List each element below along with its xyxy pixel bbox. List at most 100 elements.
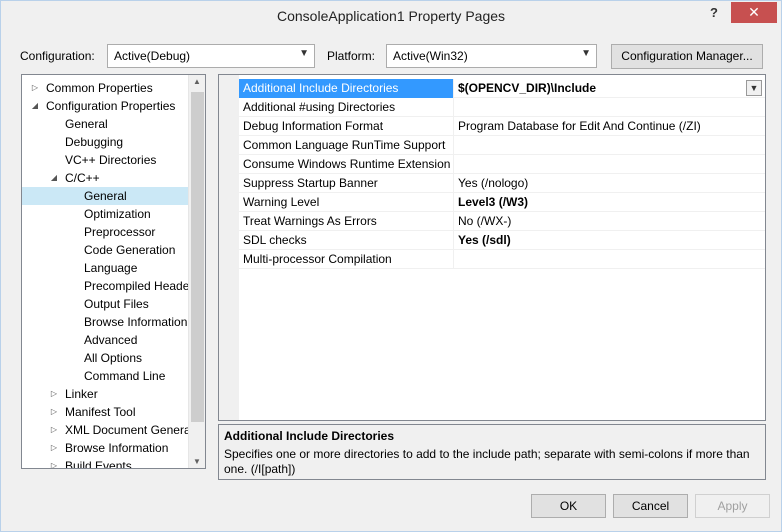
- property-name[interactable]: SDL checks: [239, 231, 454, 250]
- property-name[interactable]: Warning Level: [239, 193, 454, 212]
- property-row[interactable]: Debug Information Format Program Database…: [239, 117, 765, 136]
- collapse-icon[interactable]: ◢: [49, 169, 59, 187]
- configuration-dropdown[interactable]: Active(Debug) ▼: [107, 44, 315, 68]
- property-value[interactable]: No (/WX-): [454, 212, 765, 231]
- tree-item[interactable]: Precompiled Heade: [22, 277, 188, 295]
- tree-item[interactable]: Preprocessor: [22, 223, 188, 241]
- property-grid[interactable]: Additional Include Directories $(OPENCV_D…: [218, 74, 766, 421]
- tree-item-label: Manifest Tool: [65, 405, 136, 419]
- tree-item-label: Linker: [65, 387, 98, 401]
- tree-item-label: C/C++: [65, 171, 100, 185]
- property-value[interactable]: $(OPENCV_DIR)\Include: [454, 79, 765, 98]
- property-row[interactable]: Suppress Startup Banner Yes (/nologo): [239, 174, 765, 193]
- apply-button[interactable]: Apply: [695, 494, 770, 518]
- property-name[interactable]: Additional Include Directories: [239, 79, 454, 98]
- grid-gutter: [219, 75, 239, 420]
- tree-item-label: VC++ Directories: [65, 153, 157, 167]
- property-tree[interactable]: ▷ Common Properties ◢ Configuration Propert…: [21, 74, 206, 469]
- chevron-down-icon: ▼: [581, 48, 591, 59]
- property-row[interactable]: SDL checks Yes (/sdl): [239, 231, 765, 250]
- property-row[interactable]: Common Language RunTime Support: [239, 136, 765, 155]
- tree-item[interactable]: ▷ Browse Information: [22, 439, 188, 457]
- expand-icon[interactable]: ▷: [49, 439, 59, 457]
- property-row[interactable]: Additional #using Directories: [239, 98, 765, 117]
- property-row[interactable]: Additional Include Directories $(OPENCV_D…: [239, 79, 765, 98]
- tree-item-label: Debugging: [65, 135, 124, 149]
- description-title: Additional Include Directories: [224, 429, 395, 443]
- tree-item-label: Preprocessor: [84, 225, 156, 239]
- tree-item-label: Build Events: [65, 459, 132, 469]
- tree-item[interactable]: ▷ XML Document Genera: [22, 421, 188, 439]
- property-value[interactable]: Yes (/nologo): [454, 174, 765, 193]
- tree-item-label: Precompiled Heade: [84, 279, 188, 293]
- property-name[interactable]: Common Language RunTime Support: [239, 136, 454, 155]
- property-row[interactable]: Multi-processor Compilation: [239, 250, 765, 269]
- tree-item-label: Optimization: [84, 207, 151, 221]
- tree-item[interactable]: ◢ C/C++: [22, 169, 188, 187]
- tree-item[interactable]: ▷ Manifest Tool: [22, 403, 188, 421]
- ok-button[interactable]: OK: [531, 494, 606, 518]
- scroll-thumb[interactable]: [191, 92, 204, 422]
- title-bar[interactable]: ConsoleApplication1 Property Pages ? ✕: [1, 1, 781, 31]
- property-name[interactable]: Treat Warnings As Errors: [239, 212, 454, 231]
- expand-icon[interactable]: ▷: [30, 79, 40, 97]
- chevron-down-icon[interactable]: ▼: [746, 80, 762, 96]
- tree-item[interactable]: ▷ Linker: [22, 385, 188, 403]
- expand-icon[interactable]: ▷: [49, 421, 59, 439]
- property-name[interactable]: Additional #using Directories: [239, 98, 454, 117]
- platform-value: Active(Win32): [393, 49, 468, 63]
- property-value[interactable]: [454, 136, 765, 155]
- property-name[interactable]: Multi-processor Compilation: [239, 250, 454, 269]
- tree-item[interactable]: ▷ Build Events: [22, 457, 188, 469]
- configuration-manager-button[interactable]: Configuration Manager...: [611, 44, 763, 69]
- tree-item[interactable]: Optimization: [22, 205, 188, 223]
- collapse-icon[interactable]: ◢: [30, 97, 40, 115]
- configuration-label: Configuration:: [20, 49, 95, 63]
- tree-item-label: Common Properties: [46, 81, 153, 95]
- property-value[interactable]: Program Database for Edit And Continue (…: [454, 117, 765, 136]
- property-row[interactable]: Consume Windows Runtime Extension: [239, 155, 765, 174]
- tree-item[interactable]: Output Files: [22, 295, 188, 313]
- property-value[interactable]: Level3 (/W3): [454, 193, 765, 212]
- tree-item[interactable]: Command Line: [22, 367, 188, 385]
- property-value[interactable]: [454, 250, 765, 269]
- cancel-button[interactable]: Cancel: [613, 494, 688, 518]
- tree-item[interactable]: Advanced: [22, 331, 188, 349]
- tree-item[interactable]: Code Generation: [22, 241, 188, 259]
- platform-label: Platform:: [327, 49, 376, 63]
- expand-icon[interactable]: ▷: [49, 403, 59, 421]
- property-row[interactable]: Warning Level Level3 (/W3): [239, 193, 765, 212]
- tree-item[interactable]: Browse Information: [22, 313, 188, 331]
- close-button[interactable]: ✕: [731, 2, 777, 23]
- expand-icon[interactable]: ▷: [49, 457, 59, 468]
- tree-item-label: Browse Information: [65, 441, 169, 455]
- help-icon[interactable]: ?: [705, 5, 723, 23]
- tree-item[interactable]: Language: [22, 259, 188, 277]
- tree-item[interactable]: Debugging: [22, 133, 188, 151]
- tree-item-label: Output Files: [84, 297, 149, 311]
- property-name[interactable]: Debug Information Format: [239, 117, 454, 136]
- property-value[interactable]: [454, 98, 765, 117]
- tree-item-label: Advanced: [84, 333, 138, 347]
- scroll-down-icon[interactable]: ▼: [193, 457, 201, 466]
- property-row[interactable]: Treat Warnings As Errors No (/WX-): [239, 212, 765, 231]
- tree-item-label: General: [84, 189, 127, 203]
- configuration-value: Active(Debug): [114, 49, 191, 63]
- description-text: Specifies one or more directories to add…: [224, 447, 750, 476]
- property-name[interactable]: Suppress Startup Banner: [239, 174, 454, 193]
- tree-scrollbar[interactable]: ▲ ▼: [188, 75, 205, 468]
- tree-item[interactable]: General: [22, 187, 188, 205]
- tree-item[interactable]: General: [22, 115, 188, 133]
- tree-item[interactable]: ▷ Common Properties: [22, 79, 188, 97]
- tree-item[interactable]: ◢ Configuration Properties: [22, 97, 188, 115]
- property-value[interactable]: [454, 155, 765, 174]
- property-value[interactable]: Yes (/sdl): [454, 231, 765, 250]
- window-title: ConsoleApplication1 Property Pages: [276, 8, 506, 24]
- tree-item[interactable]: VC++ Directories: [22, 151, 188, 169]
- tree-item[interactable]: All Options: [22, 349, 188, 367]
- scroll-up-icon[interactable]: ▲: [193, 77, 201, 86]
- description-panel: Additional Include Directories Specifies…: [218, 424, 766, 480]
- property-name[interactable]: Consume Windows Runtime Extension: [239, 155, 454, 174]
- expand-icon[interactable]: ▷: [49, 385, 59, 403]
- platform-dropdown[interactable]: Active(Win32) ▼: [386, 44, 597, 68]
